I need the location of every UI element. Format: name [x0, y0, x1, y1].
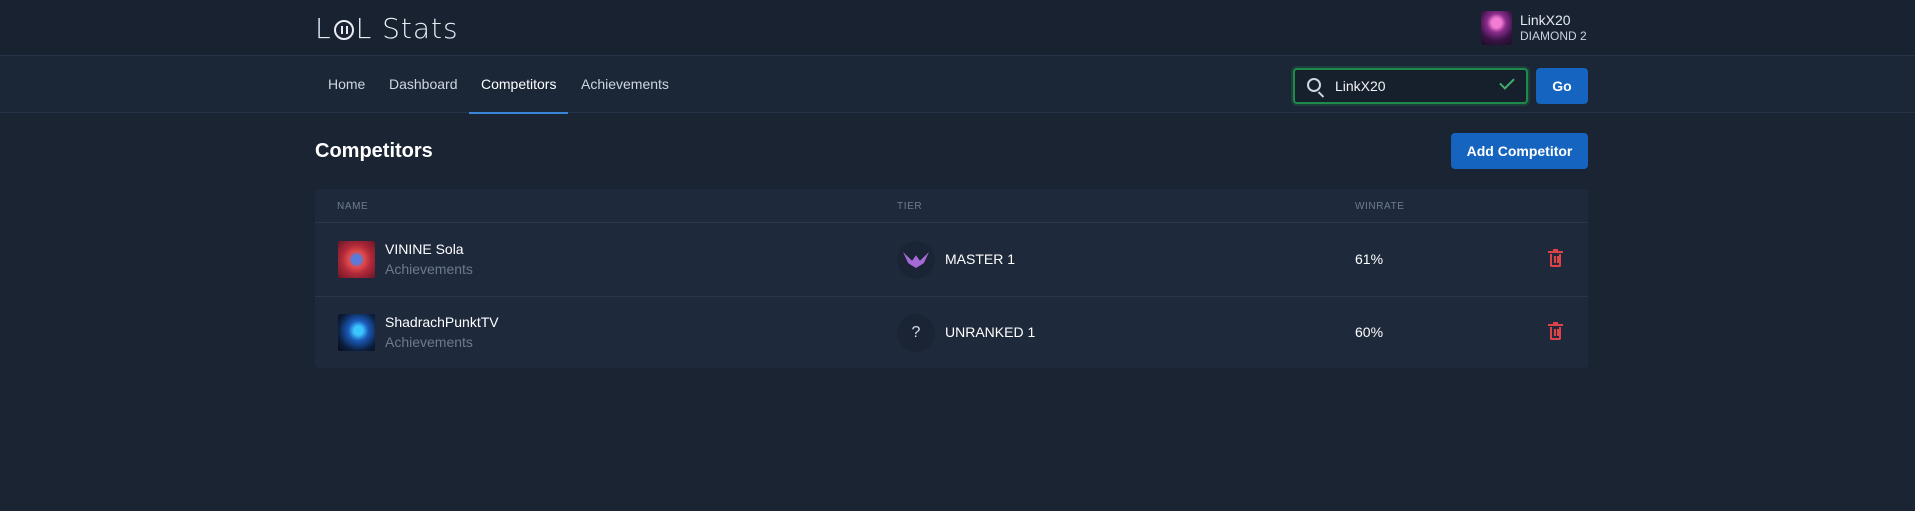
go-button[interactable]: Go — [1536, 68, 1588, 104]
master-emblem-icon — [897, 241, 935, 279]
check-icon — [1499, 74, 1515, 90]
user-meta: LinkX20 DIAMOND 2 — [1520, 12, 1587, 44]
search-input[interactable] — [1335, 75, 1495, 97]
table-row: ShadrachPunktTV Achievements ? UNRANKED … — [315, 297, 1588, 370]
nav-competitors[interactable]: Competitors — [469, 56, 569, 114]
nav-achievements[interactable]: Achievements — [569, 56, 681, 113]
column-header-tier: TIER — [897, 201, 923, 212]
search-icon — [1307, 78, 1321, 92]
trash-lid — [1548, 322, 1563, 326]
player-achievements-link[interactable]: Achievements — [385, 334, 473, 350]
delete-icon[interactable] — [1548, 322, 1563, 340]
question-mark-icon: ? — [897, 314, 935, 352]
add-competitor-button[interactable]: Add Competitor — [1451, 133, 1588, 169]
player-avatar — [338, 314, 375, 351]
logo-o-icon — [333, 19, 354, 40]
player-tier: MASTER 1 — [945, 251, 1016, 267]
delete-icon[interactable] — [1548, 249, 1563, 267]
nav-bar: Home Dashboard Competitors Achievements — [0, 56, 1915, 114]
trash-can — [1550, 254, 1561, 267]
player-winrate: 61% — [1355, 251, 1384, 267]
app-logo[interactable]: L L Stats — [315, 12, 459, 45]
nav-home[interactable]: Home — [316, 56, 377, 113]
summoner-search[interactable] — [1293, 68, 1528, 104]
competitors-table: NAME TIER WINRATE VININE Sola Achievemen… — [315, 189, 1588, 368]
logo-text-end: L Stats — [355, 12, 459, 45]
player-name[interactable]: ShadrachPunktTV — [385, 314, 499, 330]
page-title: Competitors — [315, 140, 433, 162]
user-rank: DIAMOND 2 — [1520, 29, 1587, 43]
nav-dashboard[interactable]: Dashboard — [377, 56, 470, 113]
player-winrate: 60% — [1355, 324, 1384, 340]
player-name[interactable]: VININE Sola — [385, 241, 464, 257]
top-bar: L L Stats LinkX20 DIAMOND 2 — [0, 0, 1915, 56]
trash-lid — [1548, 249, 1563, 253]
user-name: LinkX20 — [1520, 12, 1571, 28]
player-tier: UNRANKED 1 — [945, 324, 1036, 340]
trash-can — [1550, 327, 1561, 340]
logo-text-start: L — [315, 12, 332, 45]
table-row: VININE Sola Achievements MASTER 1 61% — [315, 224, 1588, 297]
table-header: NAME TIER WINRATE — [315, 189, 1588, 223]
column-header-name: NAME — [337, 201, 369, 212]
player-avatar — [338, 241, 375, 278]
player-achievements-link[interactable]: Achievements — [385, 261, 473, 277]
user-profile[interactable]: LinkX20 DIAMOND 2 — [1481, 11, 1587, 45]
column-header-winrate: WINRATE — [1355, 201, 1405, 212]
user-avatar[interactable] — [1481, 11, 1512, 45]
